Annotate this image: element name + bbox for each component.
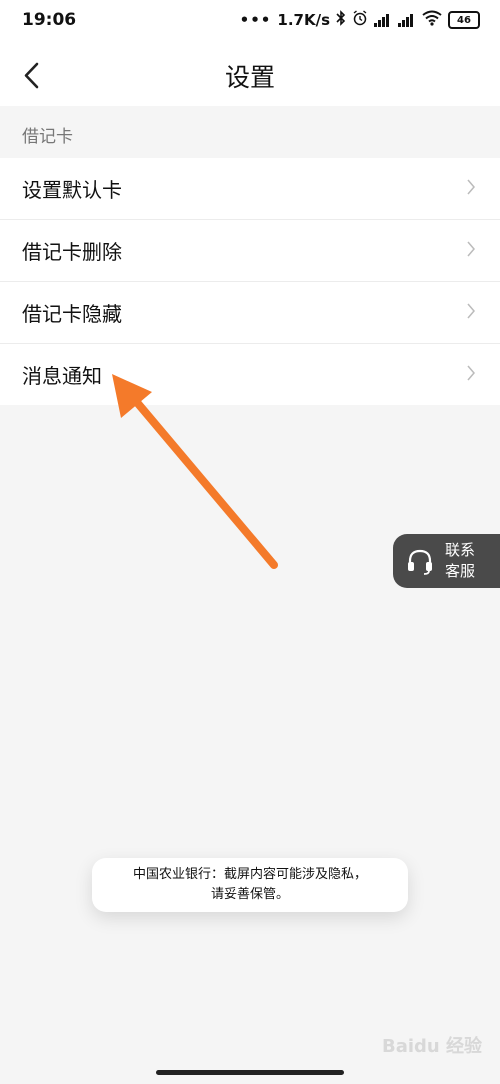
menu-item-label: 借记卡隐藏 [22, 302, 122, 326]
signal-icon [374, 13, 392, 27]
menu-item-hide-card[interactable]: 借记卡隐藏 [0, 282, 500, 344]
status-time: 19:06 [22, 10, 77, 30]
chevron-right-icon [467, 241, 475, 257]
chevron-right-icon [467, 303, 475, 319]
wifi-icon [422, 10, 442, 30]
hd-signal-icon [398, 13, 416, 27]
customer-service-label: 联系 客服 [445, 540, 475, 582]
battery-icon: 46 [448, 11, 480, 29]
alarm-icon [352, 10, 368, 30]
section-header: 借记卡 [0, 106, 500, 158]
nav-bar: 设置 [0, 44, 500, 106]
headset-icon [408, 549, 432, 575]
status-bar: 19:06 ••• 1.7K/s 46 [0, 0, 500, 44]
menu-item-set-default-card[interactable]: 设置默认卡 [0, 158, 500, 220]
status-icons: ••• 1.7K/s 46 [240, 10, 480, 30]
chevron-right-icon [467, 179, 475, 195]
customer-service-button[interactable]: 联系 客服 [393, 534, 500, 588]
menu-item-label: 设置默认卡 [22, 178, 122, 202]
menu-item-label: 借记卡删除 [22, 240, 122, 264]
home-indicator[interactable] [156, 1070, 344, 1075]
toast-line1: 中国农业银行：截屏内容可能涉及隐私， [132, 867, 367, 882]
screenshot-warning-toast: 中国农业银行：截屏内容可能涉及隐私， 请妥善保管。 [92, 858, 408, 912]
menu-item-notifications[interactable]: 消息通知 [0, 344, 500, 405]
section-title: 借记卡 [22, 127, 73, 147]
chevron-right-icon [467, 365, 475, 381]
watermark: Baidu 经验 [382, 1036, 483, 1057]
customer-service-line2: 客服 [445, 562, 476, 580]
menu-item-label: 消息通知 [22, 364, 102, 388]
bluetooth-icon [336, 10, 346, 30]
menu-item-delete-card[interactable]: 借记卡删除 [0, 220, 500, 282]
page-title: 设置 [224, 63, 275, 92]
customer-service-line1: 联系 [445, 541, 476, 559]
dots-icon: ••• [239, 11, 272, 29]
toast-line2: 请妥善保管。 [210, 887, 289, 902]
settings-list: 设置默认卡 借记卡删除 借记卡隐藏 消息通知 [0, 158, 500, 405]
net-speed: 1.7K/s [277, 11, 330, 29]
